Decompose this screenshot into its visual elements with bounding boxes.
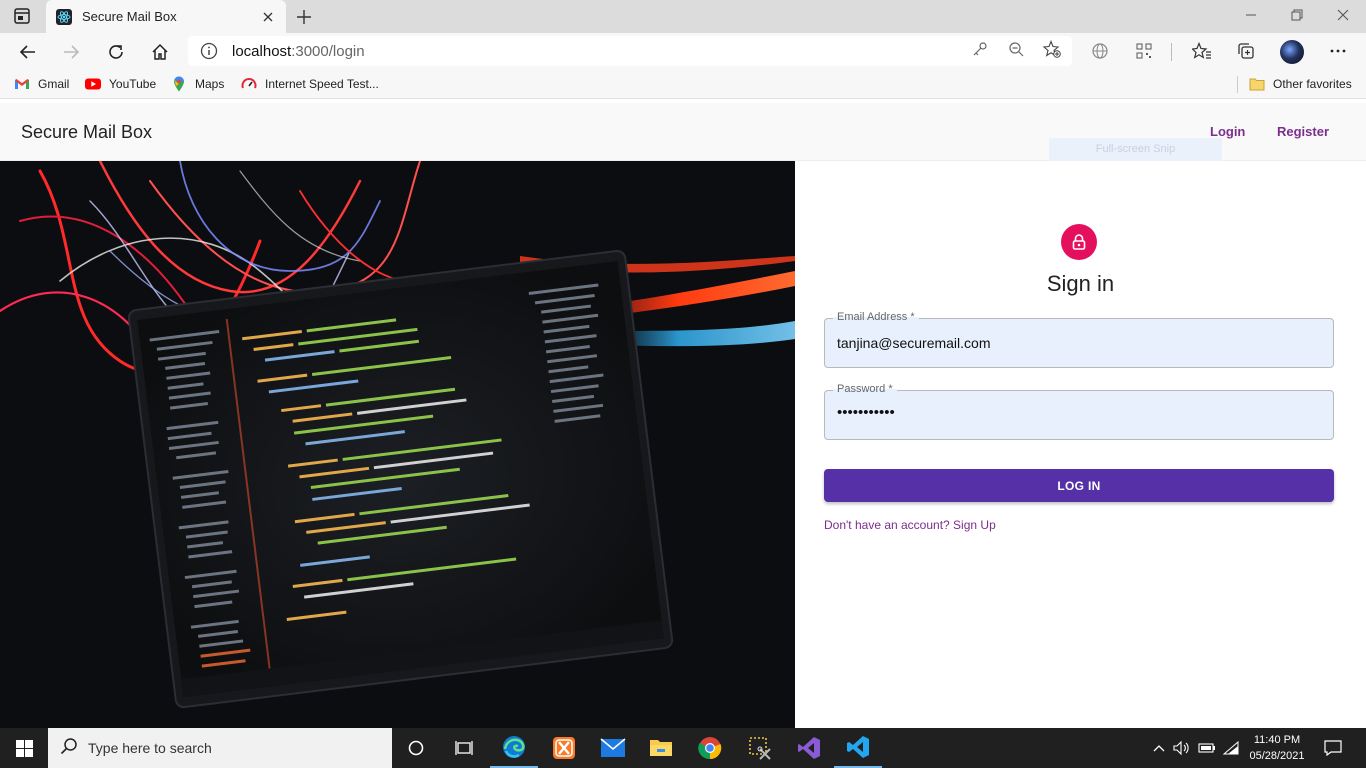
lock-icon — [1061, 224, 1097, 260]
signin-panel: Sign in Email Address * tanjina@securema… — [795, 161, 1366, 728]
mail-icon[interactable] — [589, 728, 637, 768]
task-view-icon[interactable] — [440, 728, 488, 768]
windows-start-icon[interactable] — [0, 728, 48, 768]
favorites-bar: Gmail YouTube Maps Internet Speed Test..… — [0, 70, 1366, 99]
url-path: :3000/login — [291, 42, 365, 60]
restore-icon[interactable] — [1274, 0, 1320, 30]
favorites-divider — [1237, 76, 1238, 93]
key-icon[interactable] — [970, 39, 990, 59]
taskbar-search-box[interactable]: Type here to search — [48, 728, 392, 768]
globe-icon[interactable] — [1089, 40, 1111, 62]
search-icon — [60, 737, 78, 760]
speedtest-icon — [241, 76, 257, 92]
url-text: localhost:3000/login — [232, 43, 365, 60]
snip-overlay: Full-screen Snip — [1049, 138, 1222, 161]
chevron-up-icon[interactable] — [1150, 740, 1168, 756]
favorite-label: Internet Speed Test... — [265, 77, 379, 91]
favorite-youtube[interactable]: YouTube — [85, 76, 156, 92]
tab-actions-icon[interactable] — [10, 6, 34, 26]
favorite-label: Maps — [195, 77, 225, 91]
favorite-label: Gmail — [38, 77, 70, 91]
email-field[interactable]: Email Address * tanjina@securemail.com — [824, 311, 1334, 368]
signin-title: Sign in — [1046, 271, 1115, 296]
browser-toolbar: localhost:3000/login — [0, 33, 1366, 70]
info-icon[interactable] — [200, 42, 218, 60]
add-favorite-icon[interactable] — [1042, 39, 1062, 59]
collections-icon[interactable] — [1235, 40, 1257, 62]
edge-taskbar-icon[interactable] — [490, 728, 538, 768]
volume-icon[interactable] — [1173, 740, 1191, 756]
password-value: ••••••••••• — [837, 404, 895, 421]
favorite-label: YouTube — [109, 77, 157, 91]
more-options-icon[interactable] — [1327, 40, 1349, 62]
visual-studio-icon[interactable] — [785, 728, 833, 768]
close-tab-icon[interactable] — [260, 9, 276, 25]
react-icon — [56, 8, 72, 25]
forward-arrow-icon[interactable] — [56, 37, 86, 67]
close-window-icon[interactable] — [1320, 0, 1366, 30]
clock-date: 05/28/2021 — [1249, 750, 1305, 762]
wifi-icon[interactable] — [1222, 740, 1240, 756]
hero-image — [0, 161, 795, 728]
chrome-icon[interactable] — [686, 728, 734, 768]
vscode-icon[interactable] — [834, 728, 882, 768]
clock-time: 11:40 PM — [1253, 734, 1301, 746]
address-bar[interactable]: localhost:3000/login — [188, 36, 1072, 66]
gmail-icon — [14, 76, 30, 92]
new-tab-icon[interactable] — [292, 6, 316, 28]
windows-taskbar: Type here to search 11:40 PM 05/28/2021 — [0, 728, 1366, 768]
system-clock[interactable]: 11:40 PM 05/28/2021 — [1242, 732, 1312, 764]
refresh-icon[interactable] — [101, 37, 131, 67]
favorites-icon[interactable] — [1191, 40, 1213, 62]
cortana-icon[interactable] — [392, 728, 440, 768]
snipping-tool-icon[interactable] — [736, 728, 784, 768]
password-field[interactable]: Password * ••••••••••• — [824, 383, 1334, 440]
url-host: localhost — [232, 42, 292, 60]
nav-login-link[interactable]: Login — [1210, 124, 1245, 139]
login-button[interactable]: LOG IN — [824, 469, 1334, 502]
folder-icon — [1249, 76, 1265, 92]
favorite-maps[interactable]: Maps — [171, 76, 224, 92]
profile-avatar[interactable] — [1280, 40, 1304, 64]
xampp-icon[interactable] — [540, 728, 588, 768]
tab-title: Secure Mail Box — [82, 9, 177, 24]
nav-register-link[interactable]: Register — [1277, 124, 1329, 139]
minimize-icon[interactable] — [1228, 0, 1274, 30]
favorite-speedtest[interactable]: Internet Speed Test... — [241, 76, 379, 92]
file-explorer-icon[interactable] — [637, 728, 685, 768]
home-icon[interactable] — [145, 37, 175, 67]
email-label: Email Address * — [833, 311, 919, 323]
toolbar-divider — [1171, 43, 1172, 61]
youtube-icon — [85, 76, 101, 92]
battery-icon[interactable] — [1198, 740, 1216, 756]
back-arrow-icon[interactable] — [13, 37, 43, 67]
notification-icon[interactable] — [1322, 738, 1344, 758]
qr-code-icon[interactable] — [1133, 40, 1155, 62]
browser-tabstrip: Secure Mail Box — [0, 0, 1366, 33]
email-value: tanjina@securemail.com — [837, 335, 991, 351]
app-header: Secure Mail Box Login Register Full-scre… — [0, 103, 1366, 161]
favorite-gmail[interactable]: Gmail — [14, 76, 69, 92]
browser-tab-active[interactable]: Secure Mail Box — [46, 0, 286, 33]
search-placeholder: Type here to search — [88, 740, 212, 756]
other-favorites-label: Other favorites — [1273, 77, 1352, 91]
zoom-out-icon[interactable] — [1006, 39, 1026, 59]
password-label: Password * — [833, 383, 897, 395]
app-brand: Secure Mail Box — [21, 122, 153, 142]
maps-icon — [171, 76, 187, 92]
other-favorites[interactable]: Other favorites — [1249, 76, 1352, 92]
signup-link[interactable]: Don't have an account? Sign Up — [824, 518, 996, 532]
